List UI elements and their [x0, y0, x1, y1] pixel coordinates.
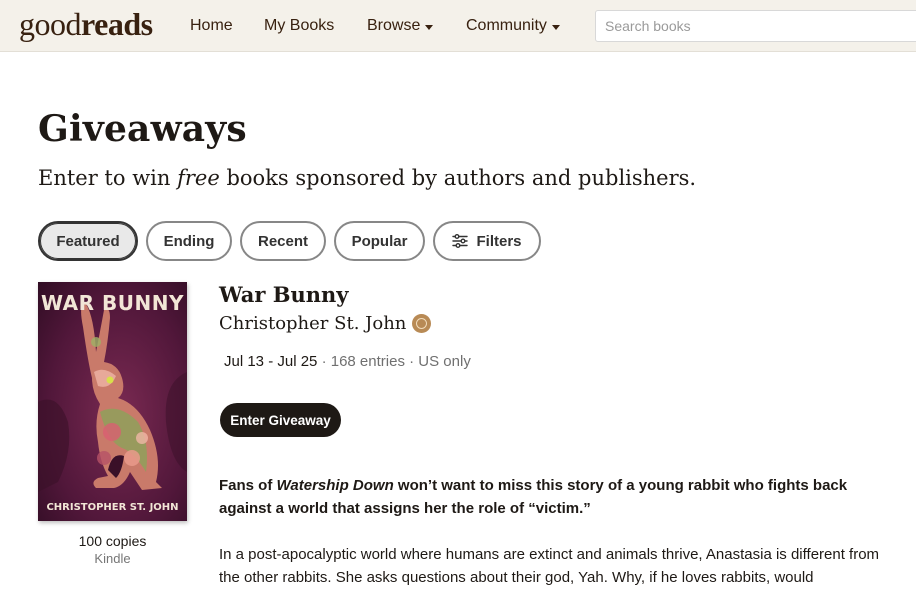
goodreads-logo[interactable]: goodreads: [19, 6, 153, 43]
author-row: Christopher St. John: [219, 313, 432, 334]
book-format: Kindle: [94, 551, 131, 566]
top-navigation-bar: goodreads Home My Books Browse Community: [0, 0, 916, 52]
author-name[interactable]: Christopher St. John: [219, 313, 406, 334]
chevron-down-icon: [551, 24, 560, 30]
search-input[interactable]: [595, 10, 916, 42]
cover-author-text: CHRISTOPHER ST. JOHN: [46, 502, 178, 513]
page-subtitle: Enter to win free books sponsored by aut…: [38, 166, 697, 190]
goodreads-author-badge-icon: [412, 314, 432, 333]
book-title[interactable]: War Bunny: [219, 282, 349, 307]
enter-giveaway-button[interactable]: Enter Giveaway: [220, 403, 341, 437]
region-restriction: US only: [418, 353, 471, 370]
entries-count: 168 entries: [330, 353, 405, 370]
description-teaser: Fans of Watership Down won’t want to mis…: [219, 477, 848, 517]
nav-home[interactable]: Home: [190, 17, 233, 35]
giveaway-dates: Jul 13 - Jul 25: [224, 353, 318, 370]
nav-community[interactable]: Community: [466, 17, 560, 35]
filters-button[interactable]: Filters: [433, 221, 541, 261]
cover-title-text: WAR BUNNY: [41, 291, 184, 315]
tab-popular[interactable]: Popular: [334, 221, 425, 261]
tab-ending[interactable]: Ending: [146, 221, 232, 261]
sliders-icon: [452, 234, 469, 248]
giveaway-meta: Jul 13 - Jul 25 · 168 entries · US only: [224, 353, 471, 370]
page-title: Giveaways: [38, 108, 247, 150]
nav-browse[interactable]: Browse: [367, 17, 434, 35]
nav-my-books[interactable]: My Books: [264, 17, 334, 35]
description-body: In a post-apocalyptic world where humans…: [219, 546, 880, 586]
book-cover[interactable]: WAR BUNNY CHRISTOPHER ST. JOHN: [38, 282, 187, 521]
book-cover-art: WAR BUNNY CHRISTOPHER ST. JOHN: [38, 282, 187, 521]
tab-featured[interactable]: Featured: [38, 221, 138, 261]
copies-count: 100 copies: [78, 533, 147, 549]
chevron-down-icon: [425, 24, 434, 30]
tab-recent[interactable]: Recent: [240, 221, 326, 261]
